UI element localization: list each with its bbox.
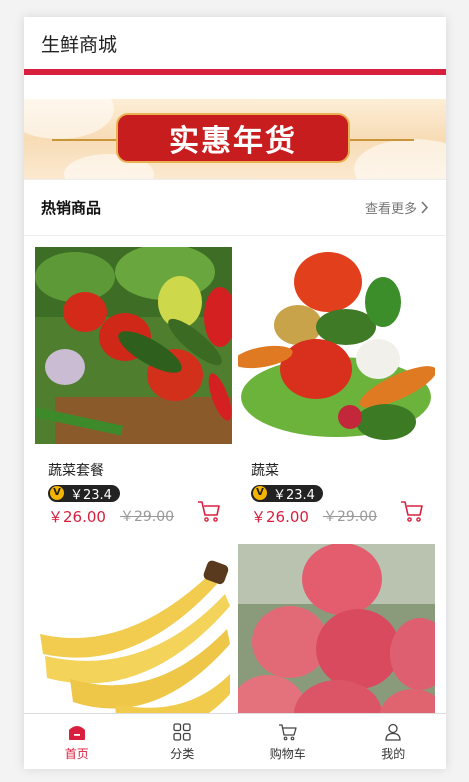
original-price: ￥29.00	[119, 509, 175, 525]
cart-icon	[278, 723, 297, 740]
product-image[interactable]	[35, 544, 232, 741]
add-to-cart-icon[interactable]	[399, 498, 425, 524]
tab-label: 我的	[381, 746, 406, 761]
product-image[interactable]	[238, 247, 435, 444]
tab-label: 分类	[170, 746, 195, 761]
product-image[interactable]	[238, 544, 435, 741]
price-row: ￥26.00 ￥29.00	[251, 500, 435, 527]
app-header: 生鲜商城	[24, 17, 446, 69]
section-title: 热销商品	[41, 199, 102, 217]
tab-label: 购物车	[269, 746, 306, 761]
tab-cart[interactable]: 购物车	[235, 714, 341, 769]
apple-photo	[238, 544, 435, 741]
tab-category[interactable]: 分类	[130, 714, 236, 769]
current-price: ￥26.00	[48, 507, 106, 526]
view-more-label: 查看更多	[364, 202, 417, 217]
add-to-cart-icon[interactable]	[196, 498, 222, 524]
original-price: ￥29.00	[322, 509, 378, 525]
banner-text: 实惠年货	[169, 124, 297, 159]
product-card[interactable]	[35, 544, 232, 741]
vip-price-badge: V ￥23.4	[251, 484, 323, 503]
page-title: 生鲜商城	[41, 33, 118, 56]
current-price: ￥26.00	[251, 507, 309, 526]
user-icon	[385, 723, 401, 741]
hot-section-header: 热销商品 查看更多	[24, 179, 446, 236]
app-screen: 生鲜商城 实惠年货 热销商品 查看更多 蔬菜套餐 V ￥23.4 ￥26.00 …	[24, 17, 446, 769]
vip-price: ￥23.4	[70, 487, 112, 503]
product-image[interactable]	[35, 247, 232, 444]
product-name: 蔬菜	[251, 463, 279, 479]
grid-icon	[173, 722, 191, 741]
banner-plaque: 实惠年货	[116, 113, 350, 163]
vegetable-assortment-photo	[35, 247, 232, 444]
bottom-tab-bar: 首页 分类 购物车 我的	[24, 713, 446, 769]
tab-label: 首页	[64, 746, 89, 761]
product-card[interactable]	[238, 544, 435, 741]
tab-profile[interactable]: 我的	[341, 714, 447, 769]
product-card[interactable]: 蔬菜套餐 V ￥23.4 ￥26.00 ￥29.00	[35, 247, 232, 527]
vip-icon: V	[253, 486, 267, 500]
vip-icon: V	[50, 486, 64, 500]
chevron-right-icon	[421, 201, 429, 214]
vip-price: ￥23.4	[273, 487, 315, 503]
price-row: ￥26.00 ￥29.00	[48, 500, 232, 527]
product-grid: 蔬菜套餐 V ￥23.4 ￥26.00 ￥29.00 蔬菜 V ￥23.4 ￥2…	[24, 236, 446, 756]
vip-price-badge: V ￥23.4	[48, 484, 120, 503]
product-card[interactable]: 蔬菜 V ￥23.4 ￥26.00 ￥29.00	[238, 247, 435, 527]
promo-banner[interactable]: 实惠年货	[24, 99, 446, 179]
home-icon	[68, 725, 85, 740]
view-more-link[interactable]: 查看更多	[365, 198, 429, 217]
banana-photo	[35, 544, 232, 741]
product-name: 蔬菜套餐	[48, 463, 104, 479]
tab-home[interactable]: 首页	[24, 714, 130, 769]
vegetable-pile-photo	[238, 247, 435, 444]
